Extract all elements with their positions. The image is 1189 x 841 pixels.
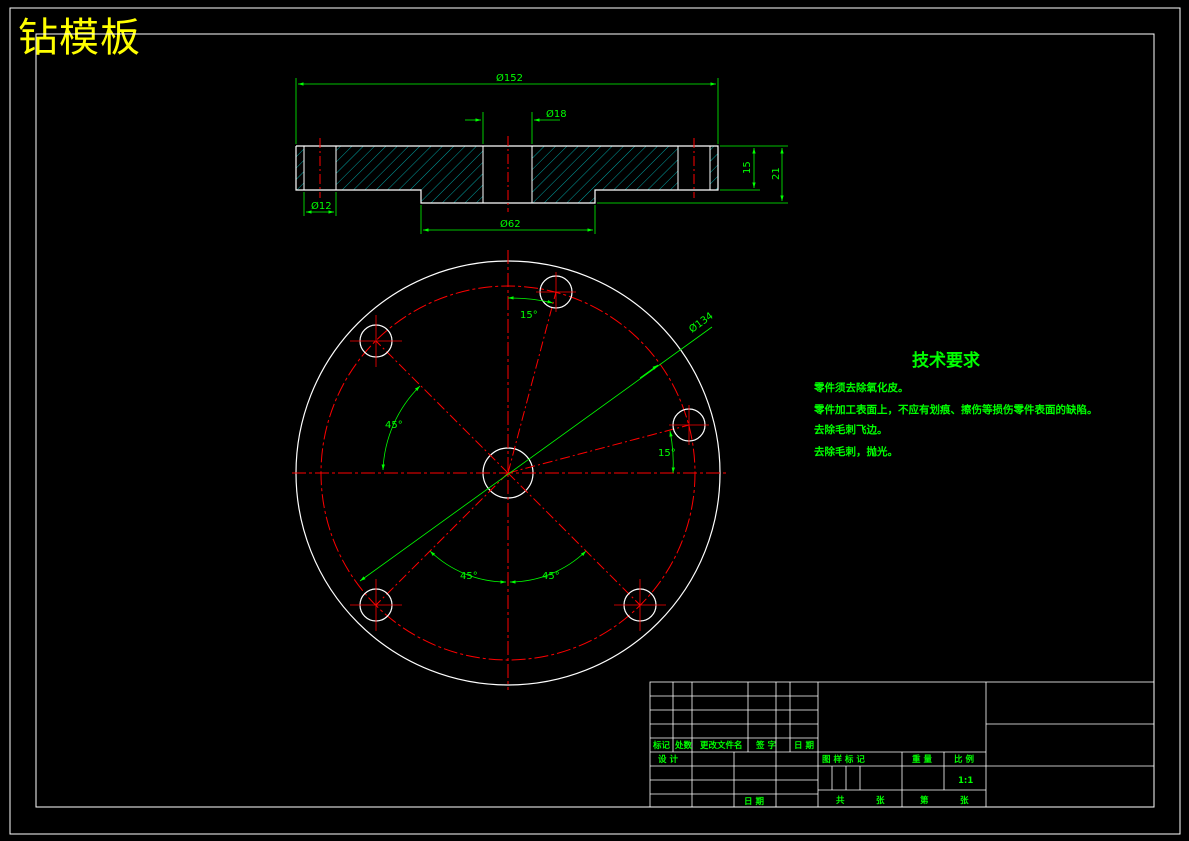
- tb-mark: 标记: [652, 740, 671, 751]
- dim-pitch-circle: Ø134: [687, 310, 716, 336]
- section-view: Ø152 Ø18 Ø12 Ø62 15 21: [295, 72, 788, 234]
- tech-requirement-item: 去除毛刺，抛光。: [814, 446, 898, 458]
- dim-angle-bottom-left: 45°: [460, 571, 478, 582]
- tech-requirement-item: 零件加工表面上，不应有划痕、擦伤等损伤零件表面的缺陷。: [814, 404, 1098, 416]
- tb-weight: 重 量: [912, 754, 932, 765]
- outer-border: [9, 7, 1181, 835]
- tb-sheet: 日 期: [744, 796, 764, 807]
- dim-boss-diameter: Ø62: [500, 218, 521, 230]
- tb-count: 处数: [674, 740, 693, 751]
- tb-sheets: 张: [876, 796, 885, 806]
- title-block-labels: 标记 处数 更改文件名 签 字 日 期 设 计 日 期 图 样 标 记 重 量 …: [652, 740, 974, 807]
- tb-stage-mark: 图 样 标 记: [822, 754, 865, 765]
- tb-date: 日 期: [794, 740, 814, 751]
- dim-angle-bottom-right: 45°: [542, 571, 560, 582]
- dim-outer-diameter: Ø152: [496, 72, 523, 84]
- tech-requirement-item: 零件须去除氧化皮。: [814, 382, 909, 394]
- tb-total: 共: [836, 795, 845, 806]
- dim-angle-right: 15°: [658, 448, 676, 459]
- tech-requirement-item: 去除毛刺飞边。: [814, 424, 888, 436]
- tb-page-sheets: 张: [960, 796, 969, 806]
- bolt-hole: [536, 272, 576, 312]
- dim-total-height: 21: [771, 167, 782, 180]
- dim-angle-left: 45°: [385, 420, 403, 431]
- drawing-canvas: Ø152 Ø18 Ø12 Ø62 15 21 Ø134 15° 15° 45° …: [9, 7, 1181, 835]
- hatch-right-edge: [710, 146, 718, 190]
- dim-angle-top: 15°: [520, 310, 538, 321]
- tb-scale: 比 例: [954, 754, 974, 765]
- tb-signature: 签 字: [755, 740, 776, 751]
- tb-change-doc: 更改文件名: [700, 740, 743, 751]
- hatch-left: [336, 146, 483, 203]
- hatch-left-edge: [296, 146, 304, 190]
- bolt-hole: [669, 405, 709, 445]
- dim-plate-thickness: 15: [742, 161, 753, 174]
- tb-design: 设 计: [658, 754, 678, 765]
- hatch-right: [532, 146, 678, 203]
- top-view: Ø134 15° 15° 45° 45° 45°: [292, 250, 728, 690]
- dim-center-hole: Ø18: [546, 108, 567, 120]
- tb-page: 第: [920, 795, 929, 806]
- dim-bolt-hole: Ø12: [311, 200, 332, 212]
- tech-requirements-title: 技术要求: [912, 351, 980, 371]
- tb-scale-value: 1:1: [958, 776, 973, 786]
